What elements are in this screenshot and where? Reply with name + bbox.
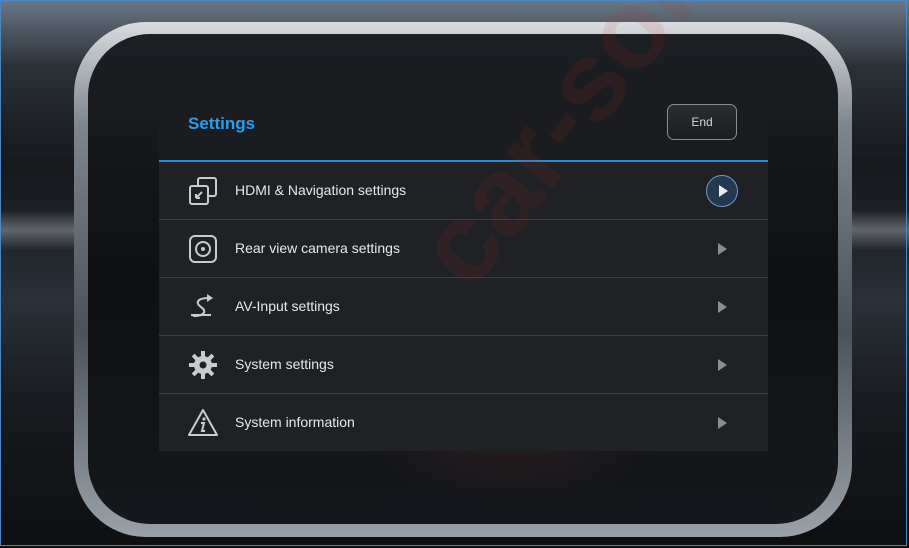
menu-item-rear-camera[interactable]: Rear view camera settings bbox=[159, 220, 768, 278]
menu-item-system-settings[interactable]: System settings bbox=[159, 336, 768, 394]
end-button[interactable]: End bbox=[667, 104, 737, 140]
settings-screen: Settings End HDMI & Navigation settings … bbox=[159, 85, 768, 451]
play-arrow-icon[interactable] bbox=[706, 175, 738, 207]
gear-icon bbox=[189, 351, 217, 379]
info-warning-icon bbox=[188, 409, 218, 436]
chevron-right-icon bbox=[718, 359, 727, 371]
menu-item-label: HDMI & Navigation settings bbox=[235, 182, 407, 198]
chevron-right-icon bbox=[718, 301, 727, 313]
chevron-right-icon bbox=[718, 417, 727, 429]
page-title: Settings bbox=[188, 114, 256, 133]
av-input-icon bbox=[191, 294, 213, 317]
menu-item-label: System settings bbox=[235, 356, 334, 372]
hdmi-window-icon bbox=[189, 177, 217, 205]
settings-menu: HDMI & Navigation settings Rear view cam… bbox=[159, 162, 768, 450]
menu-item-hdmi-navigation[interactable]: HDMI & Navigation settings bbox=[159, 162, 768, 220]
menu-item-label: Rear view camera settings bbox=[235, 240, 400, 256]
menu-item-label: System information bbox=[235, 414, 355, 430]
camera-icon bbox=[189, 235, 217, 263]
screen-header: Settings End bbox=[159, 85, 768, 160]
chevron-right-icon bbox=[718, 243, 727, 255]
menu-item-label: AV-Input settings bbox=[235, 298, 340, 314]
menu-item-av-input[interactable]: AV-Input settings bbox=[159, 278, 768, 336]
menu-item-system-information[interactable]: System information bbox=[159, 394, 768, 450]
